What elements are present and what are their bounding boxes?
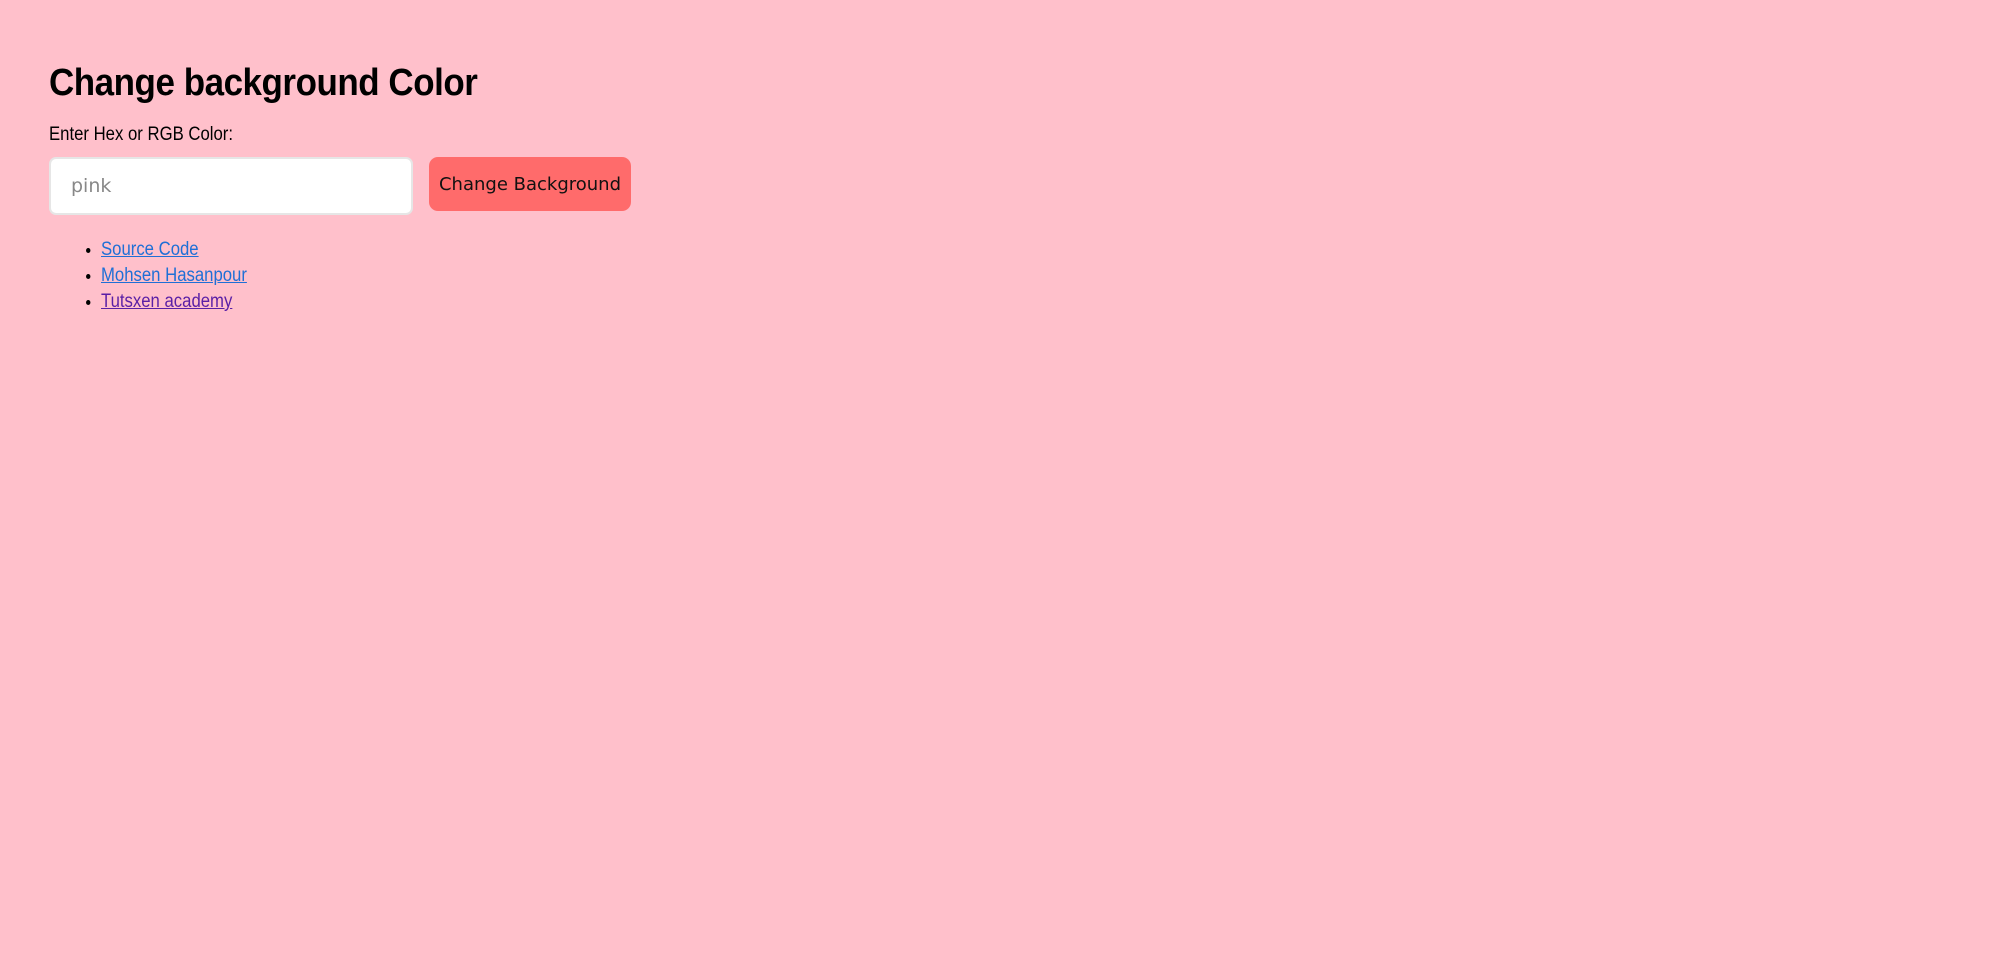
list-item: Tutsxen academy bbox=[101, 289, 847, 315]
color-form: Change Background bbox=[49, 157, 949, 215]
color-input[interactable] bbox=[49, 157, 413, 215]
change-background-button[interactable]: Change Background bbox=[429, 157, 631, 211]
color-input-label: Enter Hex or RGB Color: bbox=[49, 124, 233, 145]
links-list: Source Code Mohsen Hasanpour Tutsxen aca… bbox=[49, 237, 949, 315]
mohsen-hasanpour-link[interactable]: Mohsen Hasanpour bbox=[101, 265, 247, 286]
main-container: Change background Color Enter Hex or RGB… bbox=[49, 52, 949, 315]
list-item: Mohsen Hasanpour bbox=[101, 263, 847, 289]
tutsxen-academy-link[interactable]: Tutsxen academy bbox=[101, 291, 232, 312]
page-title: Change background Color bbox=[49, 62, 478, 104]
source-code-link[interactable]: Source Code bbox=[101, 239, 199, 260]
list-item: Source Code bbox=[101, 237, 847, 263]
